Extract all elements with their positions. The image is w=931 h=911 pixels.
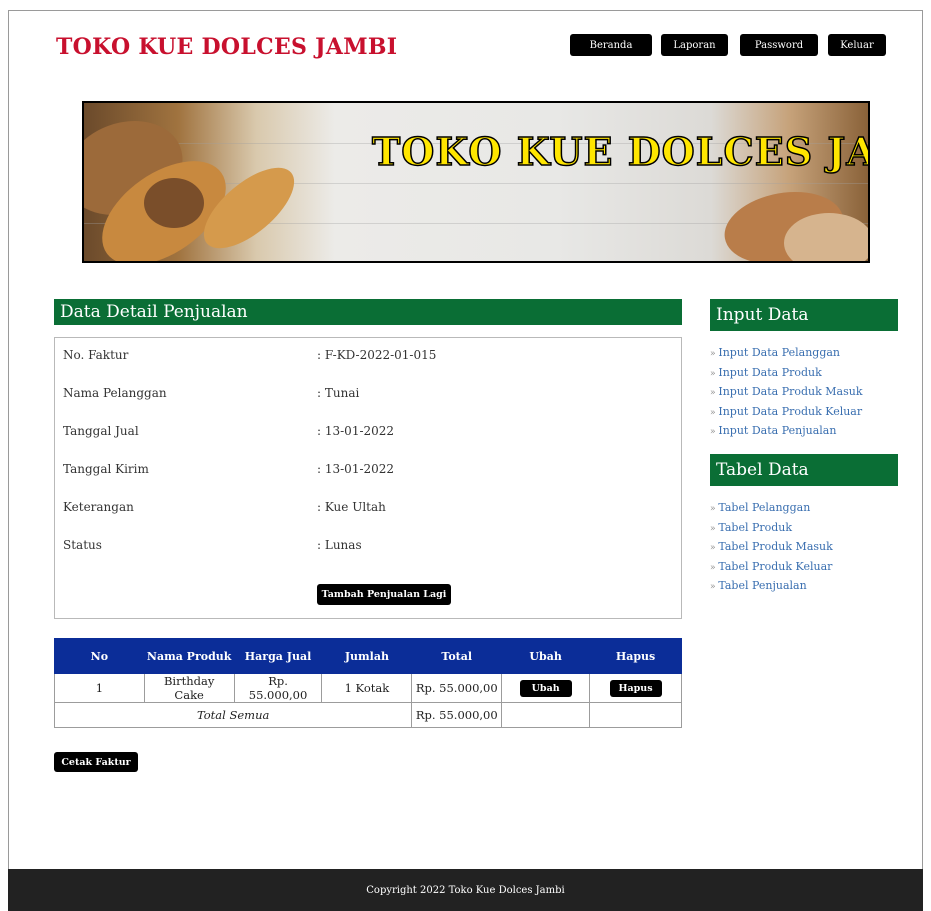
value-tanggal-kirim: : 13-01-2022 xyxy=(317,462,395,476)
sidebar-input-list: Input Data Pelanggan Input Data Produk I… xyxy=(710,344,863,442)
nav-laporan-button[interactable]: Laporan xyxy=(661,34,728,56)
delete-button[interactable]: Hapus xyxy=(609,679,662,697)
sidebar-item-tabel-produk-masuk[interactable]: Tabel Produk Masuk xyxy=(710,538,832,558)
value-tanggal-jual: : 13-01-2022 xyxy=(317,424,395,438)
sidebar-item-tabel-penjualan[interactable]: Tabel Penjualan xyxy=(710,577,833,597)
banner-image: TOKO KUE DOLCES JAMBI xyxy=(82,101,870,263)
col-header-ubah: Ubah xyxy=(501,638,591,674)
label-no-faktur: No. Faktur xyxy=(63,348,129,362)
value-nama-pelanggan: : Tunai xyxy=(317,386,360,400)
value-status: : Lunas xyxy=(317,538,362,552)
label-nama-pelanggan: Nama Pelanggan xyxy=(63,386,167,400)
cell-total: Rp. 55.000,00 xyxy=(411,673,503,703)
add-sale-button[interactable]: Tambah Penjualan Lagi xyxy=(317,584,451,605)
sidebar-item-tabel-produk[interactable]: Tabel Produk xyxy=(710,519,833,539)
nav-keluar-button[interactable]: Keluar xyxy=(828,34,886,56)
banner-title: TOKO KUE DOLCES JAMBI xyxy=(371,128,868,175)
sidebar-table-list: Tabel Pelanggan Tabel Produk Tabel Produ… xyxy=(710,499,833,597)
col-header-no: No xyxy=(54,638,145,674)
sidebar-item-input-produk-masuk[interactable]: Input Data Produk Masuk xyxy=(710,383,862,403)
label-tanggal-jual: Tanggal Jual xyxy=(63,424,139,438)
sidebar-item-tabel-produk-keluar[interactable]: Tabel Produk Keluar xyxy=(710,558,833,578)
table-header-row: No Nama Produk Harga Jual Jumlah Total U… xyxy=(54,638,682,674)
col-header-hapus: Hapus xyxy=(589,638,682,674)
nav-beranda-button[interactable]: Beranda xyxy=(570,34,652,56)
detail-section-title: Data Detail Penjualan xyxy=(54,299,682,325)
copyright-text: Copyright 2022 Toko Kue Dolces Jambi xyxy=(366,884,565,896)
sidebar-item-tabel-pelanggan[interactable]: Tabel Pelanggan xyxy=(710,499,833,519)
total-label: Total Semua xyxy=(53,702,413,728)
sidebar-item-input-penjualan[interactable]: Input Data Penjualan xyxy=(710,422,863,442)
col-header-total: Total xyxy=(411,638,503,674)
sales-table: No Nama Produk Harga Jual Jumlah Total U… xyxy=(53,638,682,728)
edit-button[interactable]: Ubah xyxy=(519,679,572,697)
sidebar-input-title: Input Data xyxy=(710,299,898,331)
value-keterangan: : Kue Ultah xyxy=(317,500,386,514)
nav-password-button[interactable]: Password xyxy=(740,34,818,56)
cell-no: 1 xyxy=(54,673,145,703)
col-header-jumlah: Jumlah xyxy=(321,638,413,674)
sidebar-item-input-pelanggan[interactable]: Input Data Pelanggan xyxy=(710,344,863,364)
col-header-produk: Nama Produk xyxy=(143,638,235,674)
total-empty-cell-2 xyxy=(589,702,682,728)
value-no-faktur: : F-KD-2022-01-015 xyxy=(317,348,437,362)
total-value: Rp. 55.000,00 xyxy=(411,702,503,728)
cell-hapus: Hapus xyxy=(589,673,682,703)
print-invoice-button[interactable]: Cetak Faktur xyxy=(54,752,138,772)
detail-panel: No. Faktur : F-KD-2022-01-015 Nama Pelan… xyxy=(54,337,682,619)
col-header-harga: Harga Jual xyxy=(233,638,323,674)
label-status: Status xyxy=(63,538,102,552)
site-title: TOKO KUE DOLCES JAMBI xyxy=(56,34,398,60)
table-total-row: Total Semua Rp. 55.000,00 xyxy=(53,702,682,728)
cell-produk: Birthday Cake xyxy=(143,673,235,703)
cell-jumlah: 1 Kotak xyxy=(321,673,413,703)
sidebar-item-input-produk[interactable]: Input Data Produk xyxy=(710,364,863,384)
cell-harga: Rp. 55.000,00 xyxy=(233,673,323,703)
table-row: 1 Birthday Cake Rp. 55.000,00 1 Kotak Rp… xyxy=(54,673,682,703)
footer: Copyright 2022 Toko Kue Dolces Jambi xyxy=(8,869,923,911)
sidebar-item-input-produk-keluar[interactable]: Input Data Produk Keluar xyxy=(710,403,863,423)
label-keterangan: Keterangan xyxy=(63,500,134,514)
total-empty-cell-1 xyxy=(501,702,591,728)
sidebar-table-title: Tabel Data xyxy=(710,454,898,486)
label-tanggal-kirim: Tanggal Kirim xyxy=(63,462,149,476)
cell-ubah: Ubah xyxy=(501,673,591,703)
